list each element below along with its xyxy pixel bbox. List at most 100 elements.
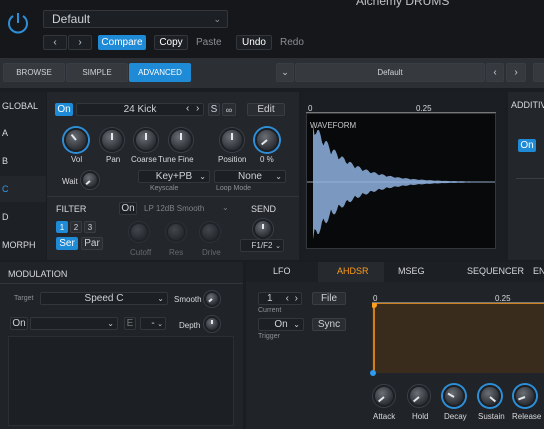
tab-browse[interactable]: BROWSE bbox=[3, 63, 65, 82]
pan-label: Pan bbox=[106, 155, 121, 164]
cutoff-knob[interactable] bbox=[129, 222, 149, 242]
trigger-dropdown[interactable]: On ⌄ bbox=[258, 318, 304, 331]
redo-button[interactable]: Redo bbox=[280, 37, 304, 48]
drive-label: Drive bbox=[202, 248, 221, 257]
source-name-field[interactable]: 24 Kick bbox=[76, 103, 204, 116]
filter-1-button[interactable]: 1 bbox=[56, 221, 68, 233]
send-value: F1/F2 bbox=[251, 241, 273, 250]
chevron-right-icon: › bbox=[78, 37, 82, 48]
side-tab-d[interactable]: D bbox=[2, 212, 9, 222]
undo-button[interactable]: Undo bbox=[236, 35, 272, 50]
source-link-button[interactable]: ∞ bbox=[222, 103, 236, 116]
tab-ahdsr[interactable]: AHDSR bbox=[337, 266, 369, 276]
modulation-divider bbox=[0, 283, 243, 284]
tab-simple[interactable]: SIMPLE bbox=[66, 63, 128, 82]
side-tab-morph[interactable]: MORPH bbox=[2, 240, 36, 250]
paste-button[interactable]: Paste bbox=[196, 37, 222, 48]
sync-button[interactable]: Sync bbox=[312, 318, 346, 331]
preset-bar-dropdown-button[interactable]: ⌄ bbox=[276, 63, 294, 82]
sustain-label: Sustain bbox=[478, 412, 505, 421]
tab-lfo[interactable]: LFO bbox=[273, 266, 291, 276]
keyscale-value: Key+PB bbox=[155, 171, 193, 182]
chevron-left-icon: ‹ bbox=[493, 67, 497, 78]
chevron-left-icon: ‹ bbox=[53, 37, 57, 48]
source-next-icon[interactable]: › bbox=[196, 103, 199, 114]
vol-label: Vol bbox=[71, 155, 83, 164]
filter-par-button[interactable]: Par bbox=[81, 237, 103, 250]
drive-knob[interactable] bbox=[200, 222, 220, 242]
preset-name-dropdown[interactable]: Default ⌄ bbox=[43, 10, 228, 28]
filter-2-button[interactable]: 2 bbox=[70, 221, 82, 233]
send-knob[interactable] bbox=[253, 219, 273, 239]
tune-fine-knob[interactable] bbox=[169, 128, 193, 152]
additive-on-button[interactable]: On bbox=[518, 139, 536, 152]
preset-bar-next-button[interactable]: › bbox=[506, 63, 526, 82]
next-preset-button[interactable]: › bbox=[68, 35, 92, 50]
loop-mode-value: None bbox=[238, 171, 262, 182]
cutoff-label: Cutoff bbox=[130, 248, 152, 257]
mod-e-button[interactable]: E bbox=[124, 317, 136, 330]
power-icon[interactable] bbox=[5, 10, 31, 36]
source-prev-icon[interactable]: ‹ bbox=[186, 103, 189, 114]
current-value: 1 bbox=[267, 293, 273, 304]
preset-bar-prev-button[interactable]: ‹ bbox=[486, 63, 504, 82]
position-knob[interactable] bbox=[220, 128, 244, 152]
mod-on-button[interactable]: On bbox=[10, 317, 28, 330]
wait-knob[interactable] bbox=[81, 171, 99, 189]
file-button[interactable]: File bbox=[312, 292, 346, 305]
coarse-knob[interactable] bbox=[134, 128, 158, 152]
waveform-graph bbox=[307, 124, 495, 240]
keyscale-dropdown[interactable]: Key+PB ⌄ bbox=[138, 170, 210, 183]
envelope-display[interactable] bbox=[371, 302, 544, 373]
tab-advanced[interactable]: ADVANCED bbox=[129, 63, 191, 82]
source-solo-button[interactable]: S bbox=[208, 103, 220, 116]
filter-type-chevron-icon[interactable]: ⌄ bbox=[222, 203, 229, 212]
send-dropdown[interactable]: F1/F2 ⌄ bbox=[240, 239, 284, 252]
envelope-point-end[interactable] bbox=[370, 370, 376, 376]
mod-source-dropdown[interactable]: ⌄ bbox=[30, 317, 118, 330]
tab-en[interactable]: EN bbox=[533, 266, 544, 276]
target-dropdown[interactable]: Speed C ⌄ bbox=[40, 292, 168, 305]
loop-mode-dropdown[interactable]: None ⌄ bbox=[214, 170, 286, 183]
filter-type[interactable]: LP 12dB Smooth bbox=[144, 204, 204, 213]
release-knob[interactable] bbox=[514, 385, 536, 407]
vol-knob[interactable] bbox=[64, 128, 88, 152]
attack-label: Attack bbox=[373, 412, 396, 421]
attack-knob[interactable] bbox=[373, 385, 395, 407]
menu-button[interactable] bbox=[533, 63, 544, 82]
source-edit-button[interactable]: Edit bbox=[247, 103, 285, 116]
smooth-knob[interactable] bbox=[204, 291, 220, 307]
chevron-down-icon: ⌄ bbox=[275, 242, 281, 250]
sustain-knob[interactable] bbox=[479, 385, 501, 407]
side-tab-a[interactable]: A bbox=[2, 128, 8, 138]
side-tab-global[interactable]: GLOBAL bbox=[2, 101, 38, 111]
chevron-right-icon: › bbox=[294, 293, 298, 304]
mod-curve-dropdown[interactable]: - ⌄ bbox=[140, 317, 166, 330]
prev-preset-button[interactable]: ‹ bbox=[43, 35, 67, 50]
filter-on-button[interactable]: On bbox=[119, 202, 137, 215]
percent-knob[interactable] bbox=[255, 128, 279, 152]
copy-button[interactable]: Copy bbox=[154, 35, 188, 50]
chevron-down-icon: ⌄ bbox=[199, 172, 206, 181]
tab-sequencer[interactable]: SEQUENCER bbox=[467, 266, 524, 276]
res-knob[interactable] bbox=[166, 222, 186, 242]
filter-3-button[interactable]: 3 bbox=[84, 221, 96, 233]
pan-knob[interactable] bbox=[100, 128, 124, 152]
chevron-down-icon: ⌄ bbox=[157, 320, 163, 328]
filter-ser-button[interactable]: Ser bbox=[56, 237, 78, 250]
hold-knob[interactable] bbox=[408, 385, 430, 407]
tab-mseg[interactable]: MSEG bbox=[398, 266, 425, 276]
modulation-slot-area bbox=[8, 336, 234, 426]
depth-knob[interactable] bbox=[204, 316, 220, 332]
additive-strip bbox=[516, 178, 544, 179]
depth-label: Depth bbox=[179, 321, 201, 330]
side-tab-b[interactable]: B bbox=[2, 156, 8, 166]
waveform-display[interactable] bbox=[306, 113, 496, 249]
decay-knob[interactable] bbox=[443, 385, 465, 407]
preset-bar-field[interactable]: Default bbox=[295, 63, 485, 82]
coarse-label: Coarse bbox=[131, 155, 157, 164]
side-tab-c[interactable]: C bbox=[2, 184, 9, 194]
source-on-button[interactable]: On bbox=[55, 103, 73, 116]
compare-button[interactable]: Compare bbox=[98, 35, 146, 50]
current-field[interactable]: 1 ‹ › bbox=[258, 292, 302, 305]
